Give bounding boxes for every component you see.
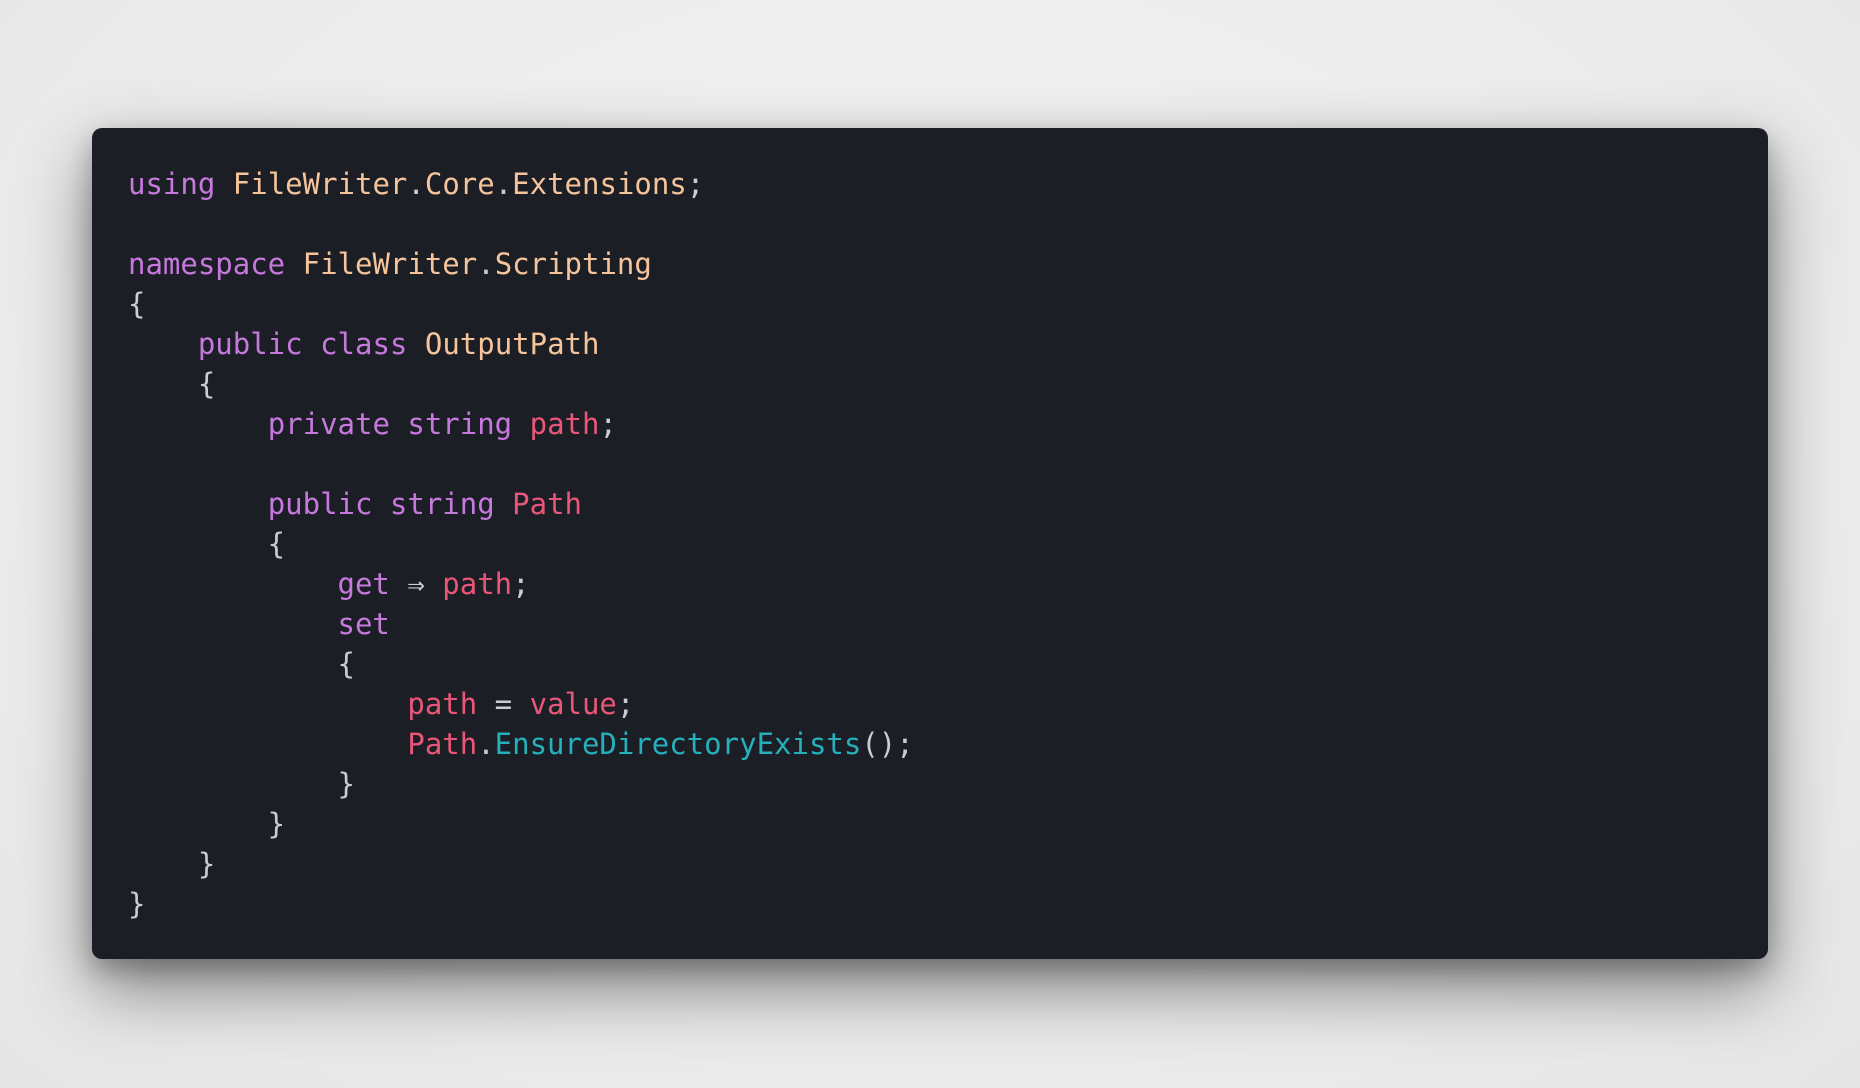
code-token: } [128, 767, 355, 801]
code-line: } [128, 764, 1768, 804]
code-token: EnsureDirectoryExists [494, 727, 862, 761]
code-token: string [407, 407, 513, 441]
code-token: { [128, 647, 355, 681]
code-token: Scripting [494, 247, 652, 281]
code-line: } [128, 884, 1768, 924]
code-line: Path.EnsureDirectoryExists(); [128, 724, 1768, 764]
code-token: namespace [128, 247, 286, 281]
code-token: Path [407, 727, 478, 761]
code-block: using FileWriter.Core.Extensions; namesp… [128, 164, 1768, 924]
code-token: ; [686, 167, 705, 201]
code-token: get [337, 567, 390, 601]
code-line: set [128, 604, 1768, 644]
code-token: . [494, 167, 513, 201]
code-token: public [197, 327, 303, 361]
code-token: } [128, 847, 216, 881]
code-token: . [477, 247, 495, 281]
code-token: using [128, 167, 216, 201]
code-token: ; [512, 567, 530, 601]
code-token: path [442, 567, 513, 601]
code-token: = [477, 687, 530, 721]
code-token: Extensions [512, 167, 687, 201]
code-token: class [320, 327, 408, 361]
code-snippet-panel: using FileWriter.Core.Extensions; namesp… [92, 128, 1768, 959]
code-line: namespace FileWriter.Scripting [128, 244, 1768, 284]
code-token: { [128, 287, 146, 321]
code-token: value [529, 687, 617, 721]
code-token: } [128, 887, 146, 921]
code-token: Core [424, 167, 495, 201]
code-line: { [128, 524, 1768, 564]
code-token: private [267, 407, 390, 441]
code-line: using FileWriter.Core.Extensions; [128, 164, 1768, 204]
code-line: { [128, 284, 1768, 324]
code-token: FileWriter [232, 167, 408, 201]
code-token: ⇒ [389, 567, 443, 601]
code-token: path [407, 687, 478, 721]
code-line: public string Path [128, 484, 1768, 524]
code-line: { [128, 364, 1768, 404]
code-token: ; [599, 407, 617, 441]
code-token: { [128, 367, 216, 401]
code-line: path = value; [128, 684, 1768, 724]
code-token: . [407, 167, 425, 201]
code-token: ; [616, 687, 635, 721]
code-line: public class OutputPath [128, 324, 1768, 364]
code-token: OutputPath [424, 327, 600, 361]
code-line: { [128, 644, 1768, 684]
code-line: } [128, 844, 1768, 884]
code-token: (); [861, 727, 914, 761]
code-token: . [477, 727, 495, 761]
code-line: } [128, 804, 1768, 844]
code-token: path [529, 407, 600, 441]
code-token: public [267, 487, 373, 521]
code-token: } [128, 807, 286, 841]
code-line: get ⇒ path; [128, 564, 1768, 604]
code-token: { [128, 527, 286, 561]
code-token: FileWriter [302, 247, 478, 281]
code-line: private string path; [128, 404, 1768, 444]
code-token: Path [512, 487, 582, 521]
code-token: set [337, 607, 390, 641]
code-token: string [389, 487, 495, 521]
